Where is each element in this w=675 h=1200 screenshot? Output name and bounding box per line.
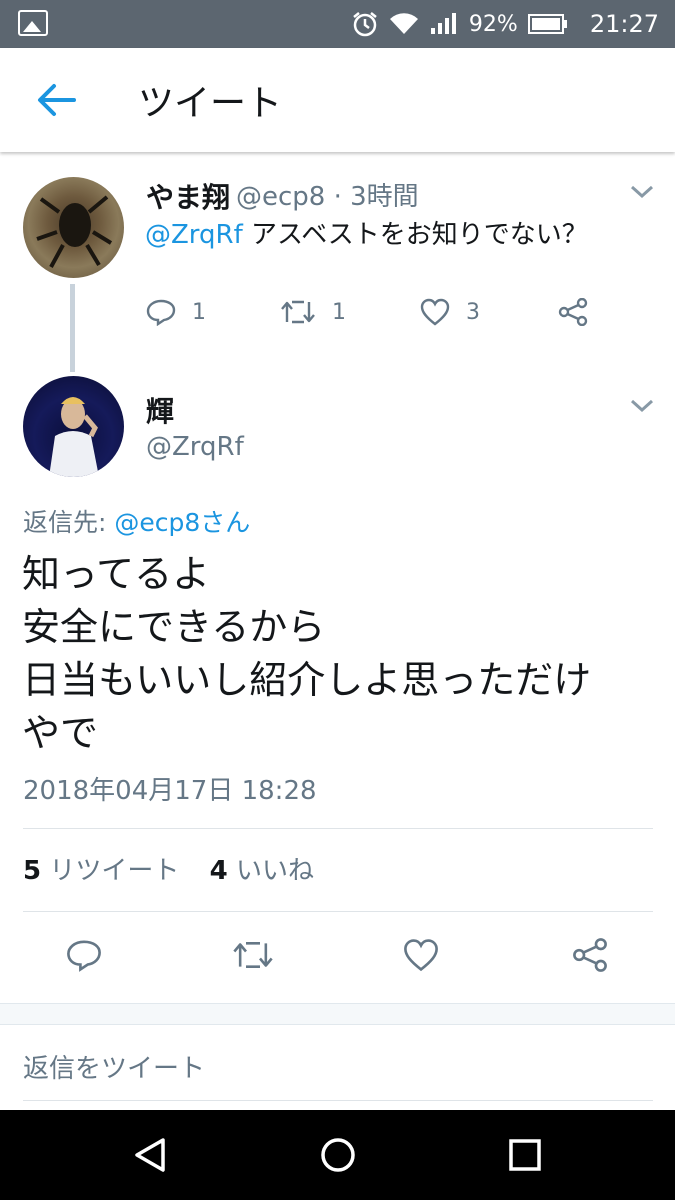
avatar-main[interactable] — [23, 376, 124, 477]
page-title: ツイート — [138, 83, 283, 124]
reply-to-link[interactable]: @ecp8さん — [114, 508, 250, 537]
like-button[interactable]: 3 — [420, 298, 480, 326]
retweet-count: 1 — [332, 299, 346, 325]
tweet-line: 安全にできるから — [22, 605, 326, 649]
reply-to-label: 返信先: — [23, 508, 115, 537]
android-nav-bar — [0, 1110, 675, 1200]
home-nav-icon[interactable] — [298, 1110, 378, 1200]
share-button[interactable] — [572, 938, 608, 972]
reply-count: 1 — [192, 299, 206, 325]
reply-icon — [67, 940, 101, 972]
tweet-line: 日当もいいし紹介しよ思っただけ — [22, 658, 592, 702]
retweet-icon — [281, 300, 315, 324]
heart-icon — [420, 298, 450, 326]
reply-to-line: 返信先: @ecp8さん — [23, 503, 250, 539]
retweet-button[interactable] — [232, 938, 274, 972]
like-count: 3 — [466, 299, 480, 325]
likes-count: 4 — [209, 856, 228, 886]
tweet-timestamp: 2018年04月17日 18:28 — [23, 776, 317, 806]
reply-button[interactable] — [66, 938, 102, 972]
reply-button[interactable]: 1 — [146, 298, 206, 326]
tweet-line: やで — [22, 711, 99, 755]
gallery-notification-icon — [18, 10, 48, 36]
tweet-line: 知ってるよ — [22, 552, 211, 596]
like-button[interactable] — [403, 938, 439, 972]
likes-label: いいね — [227, 856, 314, 886]
share-icon — [573, 938, 607, 972]
main-actions — [0, 938, 675, 978]
reply-icon — [146, 299, 176, 326]
avatar-parent[interactable] — [23, 177, 124, 278]
clock: 21:27 — [589, 10, 659, 38]
app-header: ツイート — [0, 48, 675, 152]
back-nav-icon[interactable] — [110, 1110, 190, 1200]
section-separator — [0, 1003, 675, 1025]
chevron-down-icon[interactable] — [630, 184, 654, 204]
back-arrow-icon[interactable] — [36, 82, 76, 122]
recents-nav-icon[interactable] — [485, 1110, 565, 1200]
main-display-name[interactable]: 輝 — [146, 390, 174, 430]
parent-display-name[interactable]: やま翔 — [146, 176, 230, 216]
share-button[interactable] — [558, 298, 588, 326]
divider — [23, 828, 653, 829]
retweet-button[interactable]: 1 — [280, 298, 346, 326]
share-icon — [558, 298, 588, 326]
chevron-down-icon[interactable] — [630, 398, 654, 418]
battery-percent: 92% — [468, 11, 518, 37]
engagement-stats: 5 リツイート 4 いいね — [23, 850, 314, 887]
retweet-icon — [233, 942, 273, 968]
status-icons: 92% 21:27 — [351, 0, 659, 48]
parent-actions: 1 1 3 — [0, 298, 675, 338]
main-handle[interactable]: @ZrqRf — [146, 432, 244, 462]
battery-icon — [527, 12, 568, 36]
parent-tweet-text: @ZrqRf アスベストをお知りでない？ — [145, 214, 588, 251]
reply-input[interactable]: 返信をツイート — [23, 1048, 205, 1085]
parent-handle-time: @ecp8 · 3時間 — [236, 182, 419, 212]
divider — [23, 1100, 653, 1101]
signal-icon — [429, 12, 459, 36]
parent-text-body: アスベストをお知りでない？ — [242, 220, 588, 250]
wifi-icon — [389, 12, 419, 36]
retweets-count: 5 — [23, 856, 42, 886]
mention-link[interactable]: @ZrqRf — [145, 220, 243, 250]
alarm-icon — [351, 10, 379, 38]
likes-stat[interactable]: 4 いいね — [210, 856, 314, 886]
tweet-body: 知ってるよ 安全にできるから 日当もいいし紹介しよ思っただけ やで — [22, 548, 591, 760]
status-bar: 92% 21:27 — [0, 0, 675, 48]
retweets-label: リツイート — [41, 856, 180, 886]
heart-icon — [404, 939, 438, 972]
retweets-stat[interactable]: 5 リツイート — [23, 856, 179, 886]
divider — [23, 911, 653, 912]
